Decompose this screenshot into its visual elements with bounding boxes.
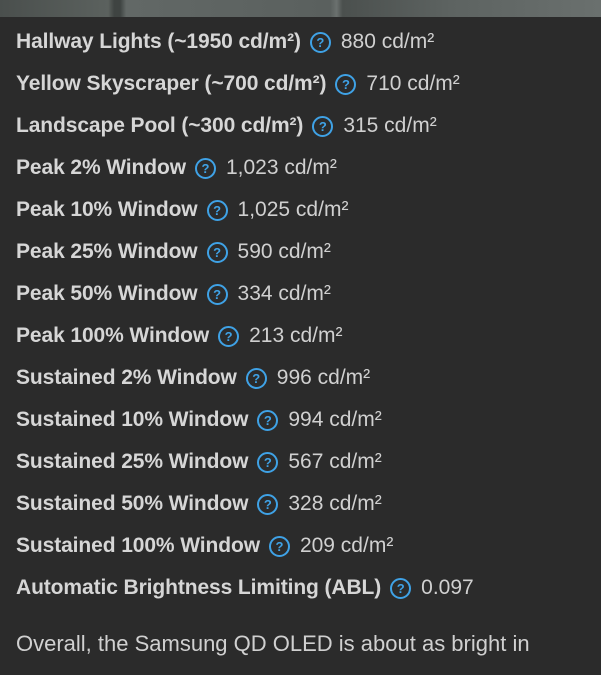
measurement-value: 994 cd/m² xyxy=(288,408,382,431)
measurement-label: Sustained 25% Window xyxy=(16,450,249,473)
measurement-row: Sustained 50% Window ? 328 cd/m² xyxy=(16,483,596,525)
measurement-row: Sustained 25% Window ? 567 cd/m² xyxy=(16,441,596,483)
measurement-value: 213 cd/m² xyxy=(249,324,343,347)
measurement-label: Yellow Skyscraper (~700 cd/m²) xyxy=(16,72,327,95)
measurement-label: Peak 2% Window xyxy=(16,156,186,179)
help-icon[interactable]: ? xyxy=(268,535,290,557)
help-icon[interactable]: ? xyxy=(245,367,267,389)
header-image-strip xyxy=(0,0,601,17)
measurement-value: 334 cd/m² xyxy=(237,282,331,305)
help-icon[interactable]: ? xyxy=(390,577,412,599)
measurement-value: 0.097 xyxy=(421,576,474,599)
help-icon[interactable]: ? xyxy=(312,115,334,137)
measurement-label: Peak 10% Window xyxy=(16,198,198,221)
measurement-value: 315 cd/m² xyxy=(343,114,437,137)
measurement-row: Peak 100% Window ? 213 cd/m² xyxy=(16,315,596,357)
measurement-label: Landscape Pool (~300 cd/m²) xyxy=(16,114,304,137)
measurement-value: 710 cd/m² xyxy=(366,72,460,95)
measurement-value: 209 cd/m² xyxy=(299,534,394,557)
measurement-label: Peak 100% Window xyxy=(16,324,210,347)
measurement-label: Sustained 100% Window xyxy=(16,534,260,557)
measurement-row: Sustained 10% Window ? 994 cd/m² xyxy=(16,399,596,441)
measurement-row: Sustained 100% Window ? 209 cd/m² xyxy=(16,525,596,567)
measurement-row: Yellow Skyscraper (~700 cd/m²) ? 710 cd/… xyxy=(16,63,596,105)
review-paragraph: Overall, the Samsung QD OLED is about as… xyxy=(16,631,530,656)
measurement-row: Automatic Brightness Limiting (ABL) ? 0.… xyxy=(16,567,596,609)
help-icon[interactable]: ? xyxy=(206,241,228,263)
measurement-row: Sustained 2% Window ? 996 cd/m² xyxy=(16,357,596,399)
help-icon[interactable]: ? xyxy=(218,325,240,347)
measurement-value: 996 cd/m² xyxy=(276,366,371,389)
measurement-value: 1,023 cd/m² xyxy=(225,156,337,179)
measurement-row: Peak 50% Window ? 334 cd/m² xyxy=(16,273,596,315)
help-icon[interactable]: ? xyxy=(194,157,216,179)
help-icon[interactable]: ? xyxy=(335,73,357,95)
measurement-label: Peak 50% Window xyxy=(16,282,198,305)
measurement-label: Sustained 10% Window xyxy=(16,408,249,431)
help-icon[interactable]: ? xyxy=(309,31,331,53)
measurement-label: Sustained 50% Window xyxy=(16,492,249,515)
help-icon[interactable]: ? xyxy=(257,493,279,515)
measurement-value: 1,025 cd/m² xyxy=(237,198,349,221)
measurement-row: Peak 2% Window ? 1,023 cd/m² xyxy=(16,147,596,189)
brightness-measurements-list: Hallway Lights (~1950 cd/m²) ? 880 cd/m²… xyxy=(16,21,596,609)
measurement-label: Hallway Lights (~1950 cd/m²) xyxy=(16,30,301,53)
help-icon[interactable]: ? xyxy=(257,409,279,431)
measurement-value: 590 cd/m² xyxy=(237,240,331,263)
measurement-row: Hallway Lights (~1950 cd/m²) ? 880 cd/m² xyxy=(16,21,596,63)
measurement-value: 567 cd/m² xyxy=(288,450,382,473)
measurement-value: 880 cd/m² xyxy=(340,30,435,53)
help-icon[interactable]: ? xyxy=(206,283,228,305)
measurement-label: Automatic Brightness Limiting (ABL) xyxy=(16,576,382,599)
help-icon[interactable]: ? xyxy=(257,451,279,473)
measurement-value: 328 cd/m² xyxy=(288,492,382,515)
measurement-row: Peak 25% Window ? 590 cd/m² xyxy=(16,231,596,273)
measurement-row: Peak 10% Window ? 1,025 cd/m² xyxy=(16,189,596,231)
help-icon[interactable]: ? xyxy=(206,199,228,221)
measurement-row: Landscape Pool (~300 cd/m²) ? 315 cd/m² xyxy=(16,105,596,147)
measurement-label: Sustained 2% Window xyxy=(16,366,237,389)
measurement-label: Peak 25% Window xyxy=(16,240,198,263)
